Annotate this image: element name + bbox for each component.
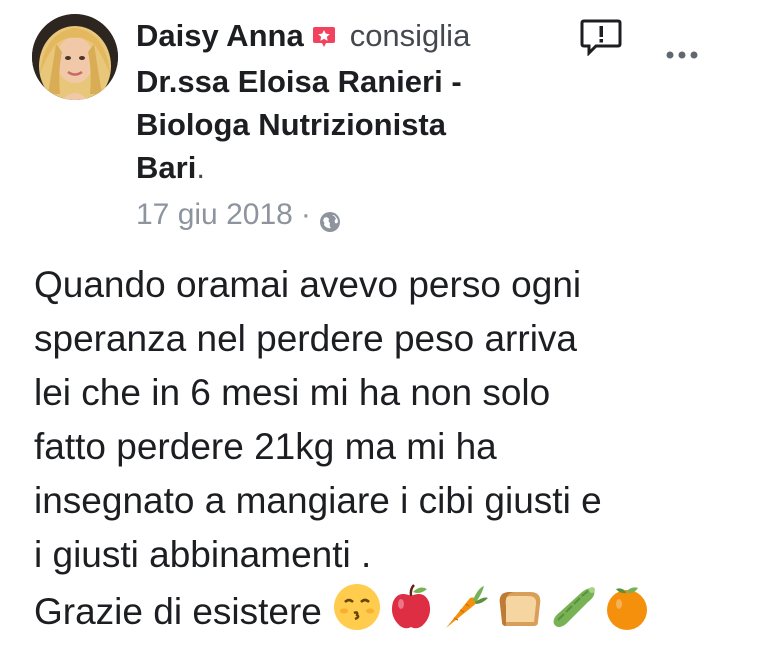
page-name-line-1[interactable]: Dr.ssa Eloisa Ranieri - bbox=[136, 60, 576, 103]
recommendation-post: Daisy Anna consiglia Dr.ssa Eloisa Ranie… bbox=[0, 0, 771, 658]
cucumber-icon bbox=[553, 587, 595, 627]
post-meta: 17 giu 2018 · bbox=[136, 195, 341, 235]
kissing-face-icon bbox=[333, 584, 380, 630]
page-name-line-3[interactable]: Bari bbox=[136, 150, 196, 185]
page-name-suffix: . bbox=[196, 150, 205, 185]
tangerine-icon bbox=[606, 587, 647, 630]
author-name[interactable]: Daisy Anna bbox=[136, 18, 304, 53]
report-button[interactable] bbox=[580, 18, 624, 57]
carrot-icon bbox=[445, 586, 488, 628]
post-header: Daisy Anna consiglia Dr.ssa Eloisa Ranie… bbox=[136, 14, 576, 189]
globe-icon bbox=[319, 204, 341, 232]
page-name-line-2[interactable]: Biologa Nutrizionista bbox=[136, 103, 576, 146]
emoji-row bbox=[332, 582, 652, 632]
post-action: consiglia bbox=[349, 18, 471, 53]
post-closing: Grazie di esistere bbox=[34, 591, 322, 632]
avatar[interactable] bbox=[32, 14, 118, 100]
more-options-button[interactable] bbox=[662, 40, 702, 70]
more-options-icon bbox=[666, 51, 698, 59]
recommend-badge-icon bbox=[312, 17, 336, 60]
post-date[interactable]: 17 giu 2018 bbox=[136, 195, 293, 235]
report-icon bbox=[580, 19, 622, 57]
header-line-1: Daisy Anna consiglia bbox=[136, 14, 576, 60]
apple-icon bbox=[391, 584, 430, 629]
meta-separator: · bbox=[300, 198, 311, 231]
post-body-text: Quando oramai avevo perso ogni speranza … bbox=[34, 264, 602, 575]
bread-icon bbox=[499, 592, 541, 626]
post-body: Quando oramai avevo perso ogni speranza … bbox=[34, 258, 754, 639]
